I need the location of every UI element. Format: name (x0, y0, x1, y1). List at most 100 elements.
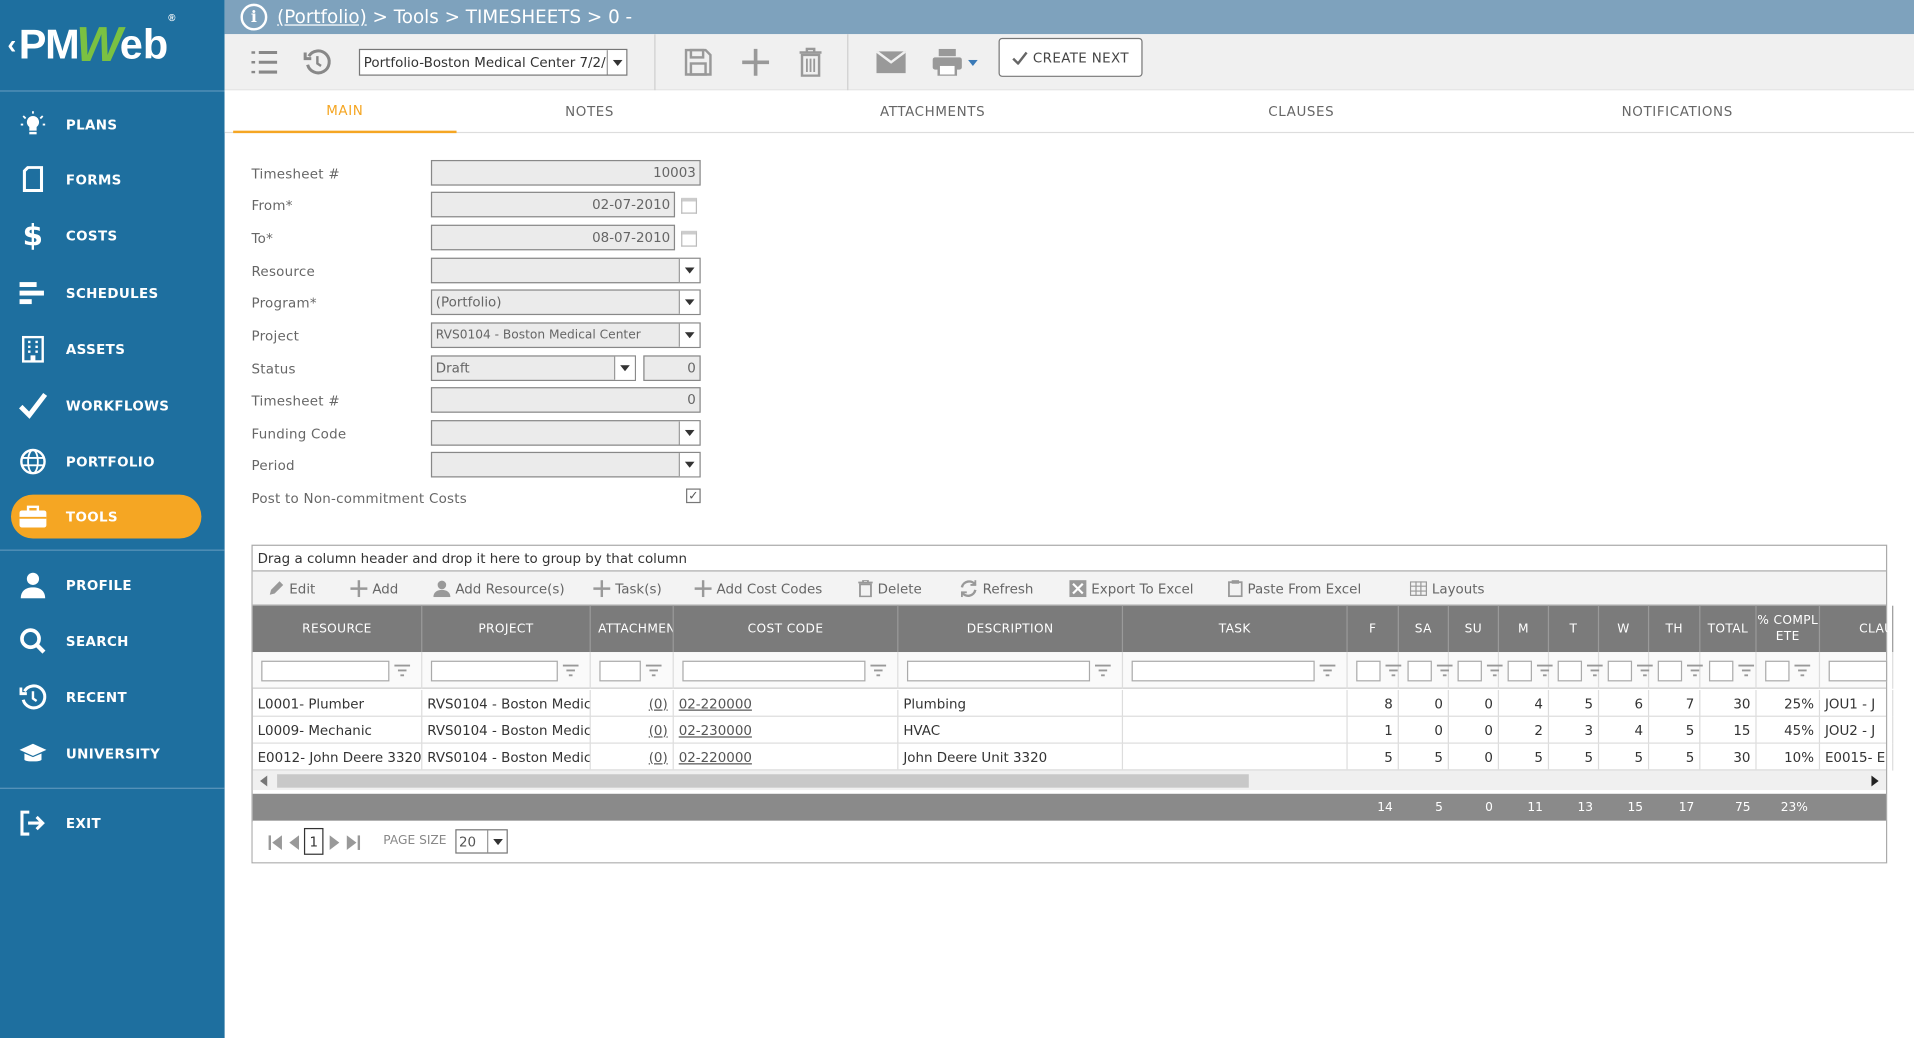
col-tuesday[interactable]: T (1549, 605, 1600, 653)
cost-code-link[interactable]: 02-230000 (679, 722, 752, 738)
col-wednesday[interactable]: W (1599, 605, 1650, 653)
grid-add-cost-codes-button[interactable]: Add Cost Codes (694, 578, 822, 600)
nav-recent[interactable]: RECENT (0, 675, 225, 719)
filter-icon[interactable] (870, 664, 887, 677)
save-button[interactable] (681, 45, 715, 79)
pmweb-logo[interactable]: ‹ PM W eb ® (0, 0, 225, 90)
nav-forms[interactable]: FORMS (0, 158, 225, 202)
chevron-down-icon[interactable] (678, 323, 700, 347)
first-page-button[interactable] (267, 834, 282, 851)
status-select[interactable]: Draft (430, 355, 636, 382)
chevron-down-icon[interactable] (678, 290, 700, 314)
filter-input[interactable] (1557, 660, 1583, 682)
list-view-button[interactable] (247, 45, 281, 79)
cell-attachments[interactable]: (0) (591, 689, 674, 717)
filter-input[interactable] (1356, 660, 1381, 682)
print-button[interactable] (930, 45, 964, 79)
nav-university[interactable]: UNIVERSITY (0, 731, 225, 775)
create-next-button[interactable]: CREATE NEXT (998, 37, 1143, 77)
col-saturday[interactable]: SA (1399, 605, 1449, 653)
cost-code-link[interactable]: 02-220000 (679, 695, 752, 711)
nav-plans[interactable]: PLANS (0, 103, 225, 147)
calendar-icon[interactable] (681, 197, 698, 214)
record-select[interactable]: Portfolio-Boston Medical Center 7/2/ (358, 48, 628, 76)
filter-input[interactable] (1457, 660, 1482, 682)
cell-cost-code[interactable]: 02-220000 (674, 743, 899, 771)
page-size-select[interactable]: 20 (455, 829, 508, 854)
timesheet-number-field[interactable]: 10003 (430, 159, 701, 186)
filter-input[interactable] (1708, 660, 1734, 682)
timesheet-number-2-field[interactable]: 0 (430, 387, 701, 413)
info-icon[interactable]: i (240, 3, 268, 31)
post-non-commitment-checkbox[interactable]: ✓ (686, 488, 701, 504)
filter-icon[interactable] (562, 664, 579, 677)
last-page-button[interactable] (345, 834, 360, 851)
nav-costs[interactable]: $ COSTS (0, 214, 225, 258)
filter-input[interactable] (906, 660, 1091, 682)
add-button[interactable] (739, 45, 773, 79)
previous-page-button[interactable] (287, 834, 302, 851)
calendar-icon[interactable] (681, 230, 698, 247)
table-row[interactable]: L0001- Plumber RVS0104 - Boston Medical C… (252, 689, 1894, 717)
filter-icon[interactable] (1094, 664, 1111, 677)
nav-search[interactable]: SEARCH (0, 619, 225, 663)
nav-tools[interactable]: TOOLS (10, 494, 202, 539)
grid-tasks-button[interactable]: Task(s) (593, 578, 662, 600)
col-sunday[interactable]: SU (1449, 605, 1500, 653)
table-row[interactable]: E0012- John Deere 3320 RVS0104 - Boston M… (252, 743, 1894, 771)
filter-input[interactable] (1657, 660, 1683, 682)
filter-input[interactable] (430, 660, 558, 682)
status-number-field[interactable]: 0 (643, 355, 701, 382)
col-task[interactable]: TASK (1123, 605, 1348, 653)
table-row[interactable]: L0009- Mechanic RVS0104 - Boston Medical … (252, 716, 1894, 744)
grid-layouts-button[interactable]: Layouts (1409, 578, 1485, 600)
print-dropdown[interactable] (964, 45, 981, 79)
history-button[interactable] (300, 45, 334, 79)
tab-notes[interactable]: NOTES (481, 90, 698, 133)
nav-assets[interactable]: ASSETS (0, 327, 225, 371)
back-chevron-icon[interactable]: ‹ (7, 29, 16, 61)
next-page-button[interactable] (327, 834, 342, 851)
nav-exit[interactable]: EXIT (0, 801, 225, 845)
scrollbar-thumb[interactable] (277, 774, 1249, 788)
col-description[interactable]: DESCRIPTION (898, 605, 1124, 653)
chevron-down-icon[interactable] (678, 421, 700, 445)
group-by-drop-area[interactable]: Drag a column header and drop it here to… (252, 546, 1886, 572)
tab-clauses[interactable]: CLAUSES (1179, 90, 1423, 133)
grid-delete-button[interactable]: Delete (858, 578, 922, 600)
filter-input[interactable] (599, 660, 641, 682)
col-resource[interactable]: RESOURCE (253, 605, 423, 653)
tab-attachments[interactable]: ATTACHMENTS (811, 90, 1055, 133)
attachments-link[interactable]: (0) (649, 722, 668, 738)
funding-code-select[interactable] (430, 420, 701, 446)
filter-icon[interactable] (1794, 664, 1811, 677)
filter-input[interactable] (1607, 660, 1633, 682)
col-thursday[interactable]: TH (1649, 605, 1701, 653)
nav-schedules[interactable]: SCHEDULES (0, 271, 225, 315)
project-select[interactable]: RVS0104 - Boston Medical Center (430, 322, 701, 349)
filter-icon[interactable] (645, 664, 662, 677)
filter-input[interactable] (261, 660, 390, 682)
resource-select[interactable] (430, 257, 701, 284)
tab-notifications[interactable]: NOTIFICATIONS (1555, 90, 1799, 133)
col-attachments[interactable]: ATTACHMENTS (591, 605, 674, 653)
nav-profile[interactable]: PROFILE (0, 563, 225, 607)
email-button[interactable] (874, 45, 908, 79)
filter-icon[interactable] (1319, 664, 1336, 677)
grid-export-excel-button[interactable]: Export To Excel (1069, 578, 1194, 600)
col-monday[interactable]: M (1499, 605, 1550, 653)
col-project[interactable]: PROJECT (422, 605, 591, 653)
breadcrumb-portfolio-link[interactable]: (Portfolio) (277, 6, 367, 28)
chevron-down-icon[interactable] (678, 453, 700, 477)
filter-input[interactable] (682, 660, 866, 682)
cell-cost-code[interactable]: 02-230000 (674, 716, 899, 744)
grid-paste-excel-button[interactable]: Paste From Excel (1228, 578, 1361, 600)
period-select[interactable] (430, 451, 701, 478)
col-cost-code[interactable]: COST CODE (674, 605, 899, 653)
horizontal-scrollbar[interactable] (252, 769, 1886, 791)
current-page-number[interactable]: 1 (303, 827, 324, 855)
chevron-down-icon[interactable] (606, 50, 627, 75)
cell-attachments[interactable]: (0) (591, 743, 674, 771)
grid-edit-button[interactable]: Edit (267, 578, 315, 600)
program-select[interactable]: (Portfolio) (430, 289, 701, 316)
